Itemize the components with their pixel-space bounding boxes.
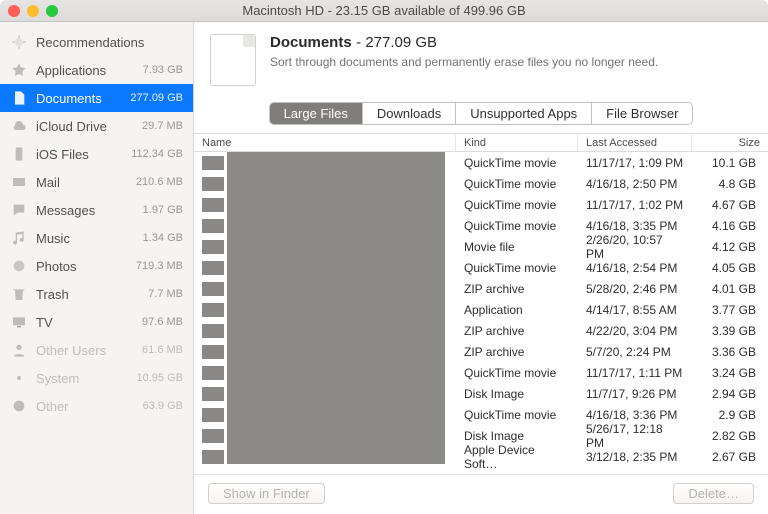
tv-icon: [10, 313, 28, 331]
sidebar-item-other-users[interactable]: Other Users61.6 MB: [0, 336, 193, 364]
file-thumbnail: [202, 282, 224, 296]
header-size: 277.09 GB: [365, 34, 437, 51]
file-thumbnail: [202, 429, 224, 443]
col-name[interactable]: Name: [194, 134, 456, 151]
sidebar-item-ios-files[interactable]: iOS Files112.34 GB: [0, 140, 193, 168]
sidebar-item-icloud-drive[interactable]: iCloud Drive29.7 MB: [0, 112, 193, 140]
file-thumbnail: [202, 303, 224, 317]
tab-bar: Large FilesDownloadsUnsupported AppsFile…: [194, 96, 768, 133]
sidebar-item-tv[interactable]: TV97.6 MB: [0, 308, 193, 336]
redacted-overlay: [227, 152, 445, 464]
table-body[interactable]: QuickTime movie11/17/17, 1:09 PM10.1 GBQ…: [194, 152, 768, 474]
header-title: Documents: [270, 34, 352, 51]
sidebar: RecommendationsApplications7.93 GBDocume…: [0, 22, 194, 514]
window-close-button[interactable]: [8, 5, 20, 17]
tab-downloads[interactable]: Downloads: [363, 103, 456, 124]
file-thumbnail: [202, 345, 224, 359]
header-subtitle: Sort through documents and permanently e…: [270, 55, 658, 69]
content-header: Documents - 277.09 GB Sort through docum…: [194, 22, 768, 96]
file-thumbnail: [202, 387, 224, 401]
window-zoom-button[interactable]: [46, 5, 58, 17]
file-thumbnail: [202, 219, 224, 233]
file-thumbnail: [202, 261, 224, 275]
sidebar-item-messages[interactable]: Messages1.97 GB: [0, 196, 193, 224]
music-icon: [10, 229, 28, 247]
file-thumbnail: [202, 408, 224, 422]
sidebar-item-mail[interactable]: Mail210.6 MB: [0, 168, 193, 196]
sidebar-item-photos[interactable]: Photos719.3 MB: [0, 252, 193, 280]
file-thumbnail: [202, 240, 224, 254]
applications-icon: [10, 61, 28, 79]
system-icon: [10, 369, 28, 387]
file-thumbnail: [202, 450, 224, 464]
col-kind[interactable]: Kind: [456, 134, 578, 151]
documents-icon: [10, 89, 28, 107]
sidebar-item-documents[interactable]: Documents277.09 GB: [0, 84, 193, 112]
col-date[interactable]: Last Accessed: [578, 134, 692, 151]
other-icon: [10, 397, 28, 415]
documents-icon: [210, 34, 256, 86]
tab-unsupported-apps[interactable]: Unsupported Apps: [456, 103, 592, 124]
window-minimize-button[interactable]: [27, 5, 39, 17]
sidebar-item-other[interactable]: Other63.9 GB: [0, 392, 193, 420]
titlebar: Macintosh HD - 23.15 GB available of 499…: [0, 0, 768, 22]
mail-icon: [10, 173, 28, 191]
photos-icon: [10, 257, 28, 275]
file-thumbnail: [202, 198, 224, 212]
sidebar-item-trash[interactable]: Trash7.7 MB: [0, 280, 193, 308]
delete-button[interactable]: Delete…: [673, 483, 754, 504]
icloud-drive-icon: [10, 117, 28, 135]
file-thumbnail: [202, 366, 224, 380]
file-thumbnail: [202, 156, 224, 170]
recommendations-icon: [10, 33, 28, 51]
file-thumbnail: [202, 177, 224, 191]
trash-icon: [10, 285, 28, 303]
show-in-finder-button[interactable]: Show in Finder: [208, 483, 325, 504]
file-thumbnail: [202, 324, 224, 338]
window-title: Macintosh HD - 23.15 GB available of 499…: [242, 3, 525, 18]
sidebar-item-system[interactable]: System10.95 GB: [0, 364, 193, 392]
tab-file-browser[interactable]: File Browser: [592, 103, 692, 124]
tab-large-files[interactable]: Large Files: [270, 103, 363, 124]
sidebar-item-applications[interactable]: Applications7.93 GB: [0, 56, 193, 84]
ios-files-icon: [10, 145, 28, 163]
table-header: Name Kind Last Accessed Size: [194, 133, 768, 152]
col-size[interactable]: Size: [692, 134, 768, 151]
sidebar-item-music[interactable]: Music1.34 GB: [0, 224, 193, 252]
messages-icon: [10, 201, 28, 219]
sidebar-item-recommendations[interactable]: Recommendations: [0, 28, 193, 56]
other-users-icon: [10, 341, 28, 359]
